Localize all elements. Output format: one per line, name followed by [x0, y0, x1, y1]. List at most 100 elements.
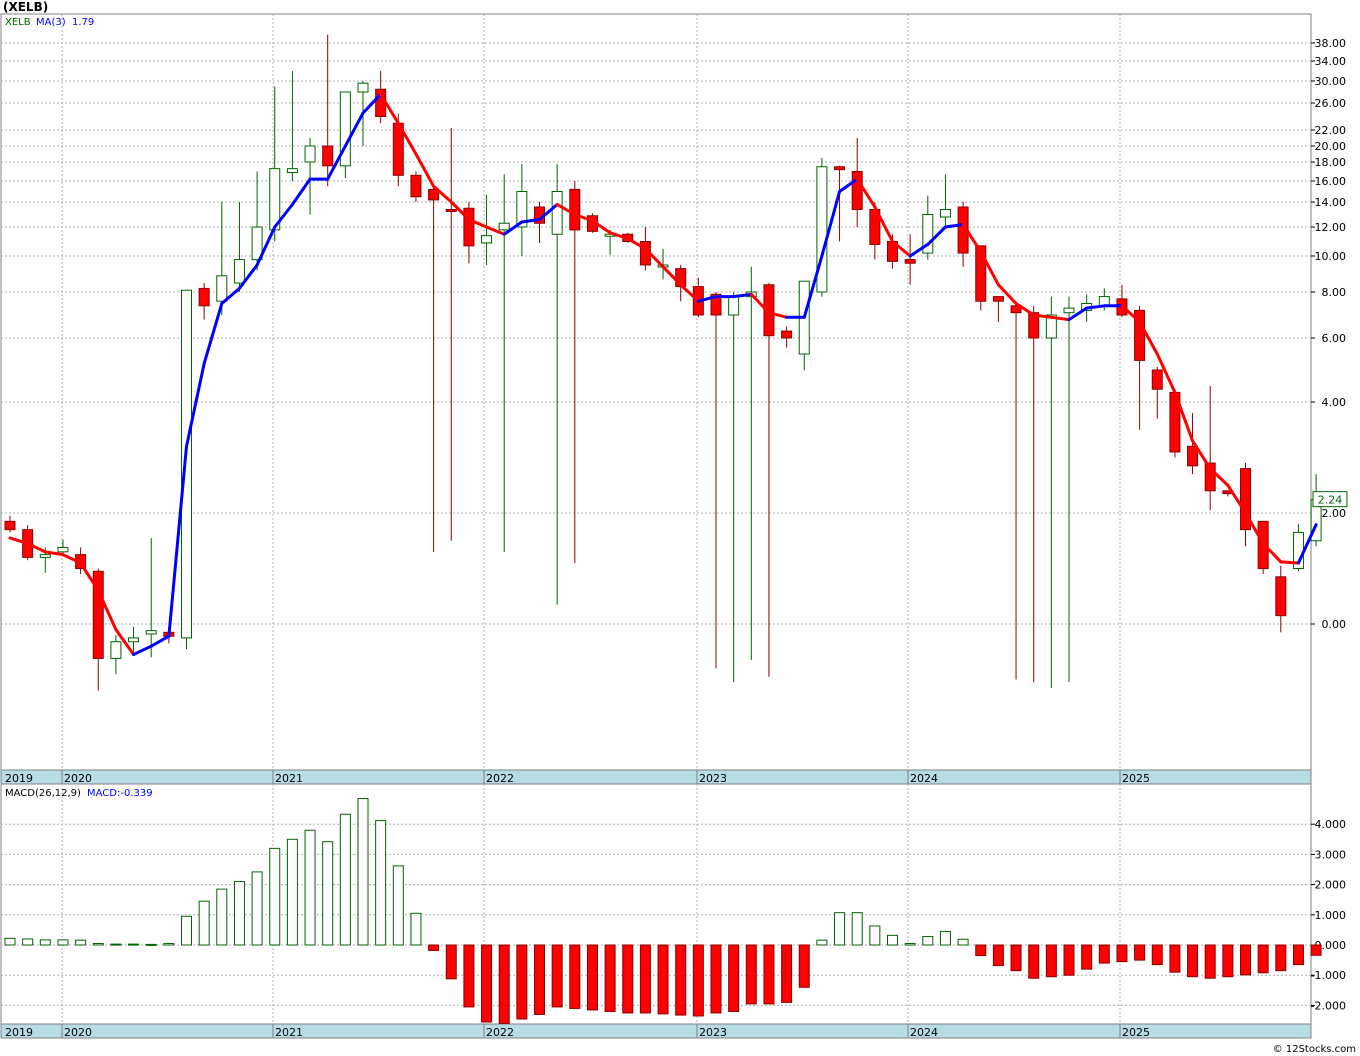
macd-bar-negative: [639, 944, 651, 1014]
macd-bar-negative: [622, 944, 634, 1014]
macd-panel-frame: [0, 783, 1312, 1025]
candle-up: [39, 554, 51, 558]
macd-bar-negative: [763, 944, 775, 1005]
macd-bar-negative: [586, 944, 598, 1011]
macd-bar-negative: [992, 944, 1004, 967]
candle-up: [551, 191, 563, 235]
candle-down: [1187, 445, 1199, 467]
macd-legend-label: MACD(26,12,9): [5, 788, 81, 799]
macd-bar-positive: [904, 942, 916, 946]
macd-bar-positive: [816, 939, 828, 946]
candle-up: [304, 145, 316, 163]
macd-bar-negative: [516, 944, 528, 1020]
price-y-tick-label: 2.00: [1322, 507, 1347, 520]
price-x-axis-band: [0, 769, 1312, 785]
macd-bar-negative: [728, 944, 740, 1012]
candle-up: [233, 259, 245, 284]
macd-y-tick-label: 4.000: [1315, 818, 1347, 831]
macd-bar-positive: [375, 820, 387, 946]
price-y-tick-label: 10.00: [1315, 250, 1347, 263]
candle-up: [145, 630, 157, 635]
candle-up: [57, 546, 69, 553]
macd-bar-negative: [1116, 944, 1128, 963]
candle-up: [216, 275, 228, 302]
macd-y-tick-label: -2.000: [1311, 999, 1346, 1012]
macd-bar-negative: [781, 944, 793, 1003]
macd-bar-positive: [410, 912, 422, 946]
candle-up: [481, 235, 493, 244]
chart-area: 2019 2019 2020 2020 2021 2021 2022 2022 2023 2023…: [0, 13, 1348, 1039]
candle-down: [322, 145, 334, 167]
candle-up: [728, 296, 740, 316]
macd-bar-positive: [304, 829, 316, 946]
price-x-tick-label: 2022: [486, 772, 514, 785]
macd-bar-positive: [57, 939, 69, 946]
macd-bar-positive: [145, 943, 157, 946]
macd-bar-positive: [75, 939, 87, 946]
macd-bar-positive: [181, 915, 192, 946]
macd-bar-positive: [834, 912, 846, 946]
macd-bar-negative: [428, 944, 440, 951]
macd-bar-negative: [1275, 944, 1287, 972]
candle-down: [4, 520, 16, 531]
candle-down: [410, 174, 422, 198]
price-y-tick-label: 0.00: [1322, 618, 1347, 631]
macd-x-tick-label: 2020: [64, 1026, 92, 1039]
macd-bar-negative: [1257, 944, 1269, 974]
price-y-tick-label: 8.00: [1322, 286, 1347, 299]
macd-bar-positive: [939, 930, 951, 946]
macd-bar-negative: [1292, 944, 1304, 966]
price-y-tick-label: 4.00: [1322, 396, 1347, 409]
macd-bar-negative: [604, 944, 616, 1012]
macd-bar-negative: [675, 944, 687, 1016]
macd-x-tick-label: 2019: [5, 1026, 33, 1039]
macd-bar-positive: [957, 938, 969, 946]
candle-down: [445, 209, 457, 212]
price-y-tick-label: 16.00: [1315, 175, 1347, 188]
price-y-tick-label: 22.00: [1315, 124, 1347, 137]
macd-bar-negative: [1310, 944, 1322, 956]
macd-bar-positive: [233, 881, 245, 946]
macd-bar-positive: [128, 943, 140, 946]
macd-x-tick-label: 2024: [910, 1026, 938, 1039]
price-y-tick-label: 20.00: [1315, 140, 1347, 153]
price-y-tick-label: 26.00: [1315, 97, 1347, 110]
candle-down: [992, 296, 1004, 302]
macd-y-tick-label: 2.000: [1315, 879, 1347, 892]
macd-bar-positive: [339, 813, 351, 946]
macd-bar-negative: [657, 944, 669, 1015]
price-x-tick-label: 2021: [275, 772, 303, 785]
macd-bar-negative: [1187, 944, 1199, 978]
macd-bar-negative: [551, 944, 563, 1008]
macd-bar-positive: [216, 888, 228, 946]
macd-bar-positive: [251, 871, 263, 946]
macd-bar-negative: [1222, 944, 1234, 978]
macd-x-tick-label: 2021: [275, 1026, 303, 1039]
macd-bar-positive: [322, 841, 334, 946]
candle-down: [781, 330, 793, 339]
macd-bar-positive: [39, 939, 51, 946]
macd-bar-negative: [481, 944, 493, 1023]
candle-up: [286, 168, 298, 173]
macd-x-tick-label: 2023: [699, 1026, 727, 1039]
macd-bar-negative: [1151, 944, 1163, 966]
candle-up: [939, 209, 951, 218]
macd-bar-negative: [798, 944, 810, 988]
legend-ticker: XELB: [5, 17, 31, 28]
macd-legend-value: MACD:-0.339: [87, 788, 153, 799]
macd-y-tick-label: 3.000: [1315, 848, 1347, 861]
macd-bar-negative: [1081, 944, 1093, 970]
candle-down: [834, 166, 846, 171]
macd-bar-negative: [569, 944, 581, 1009]
macd-bar-positive: [286, 838, 298, 946]
macd-bar-negative: [1098, 944, 1110, 964]
candle-up: [357, 82, 369, 93]
price-y-tick-label: 38.00: [1315, 37, 1347, 50]
price-x-tick-label: 2020: [64, 772, 92, 785]
last-price-label: 2.24: [1318, 494, 1343, 507]
macd-x-tick-label: 2025: [1122, 1026, 1150, 1039]
candle-up: [181, 289, 192, 639]
candle-down: [198, 287, 210, 307]
candle-down: [1275, 576, 1287, 617]
macd-bar-negative: [745, 944, 757, 1005]
